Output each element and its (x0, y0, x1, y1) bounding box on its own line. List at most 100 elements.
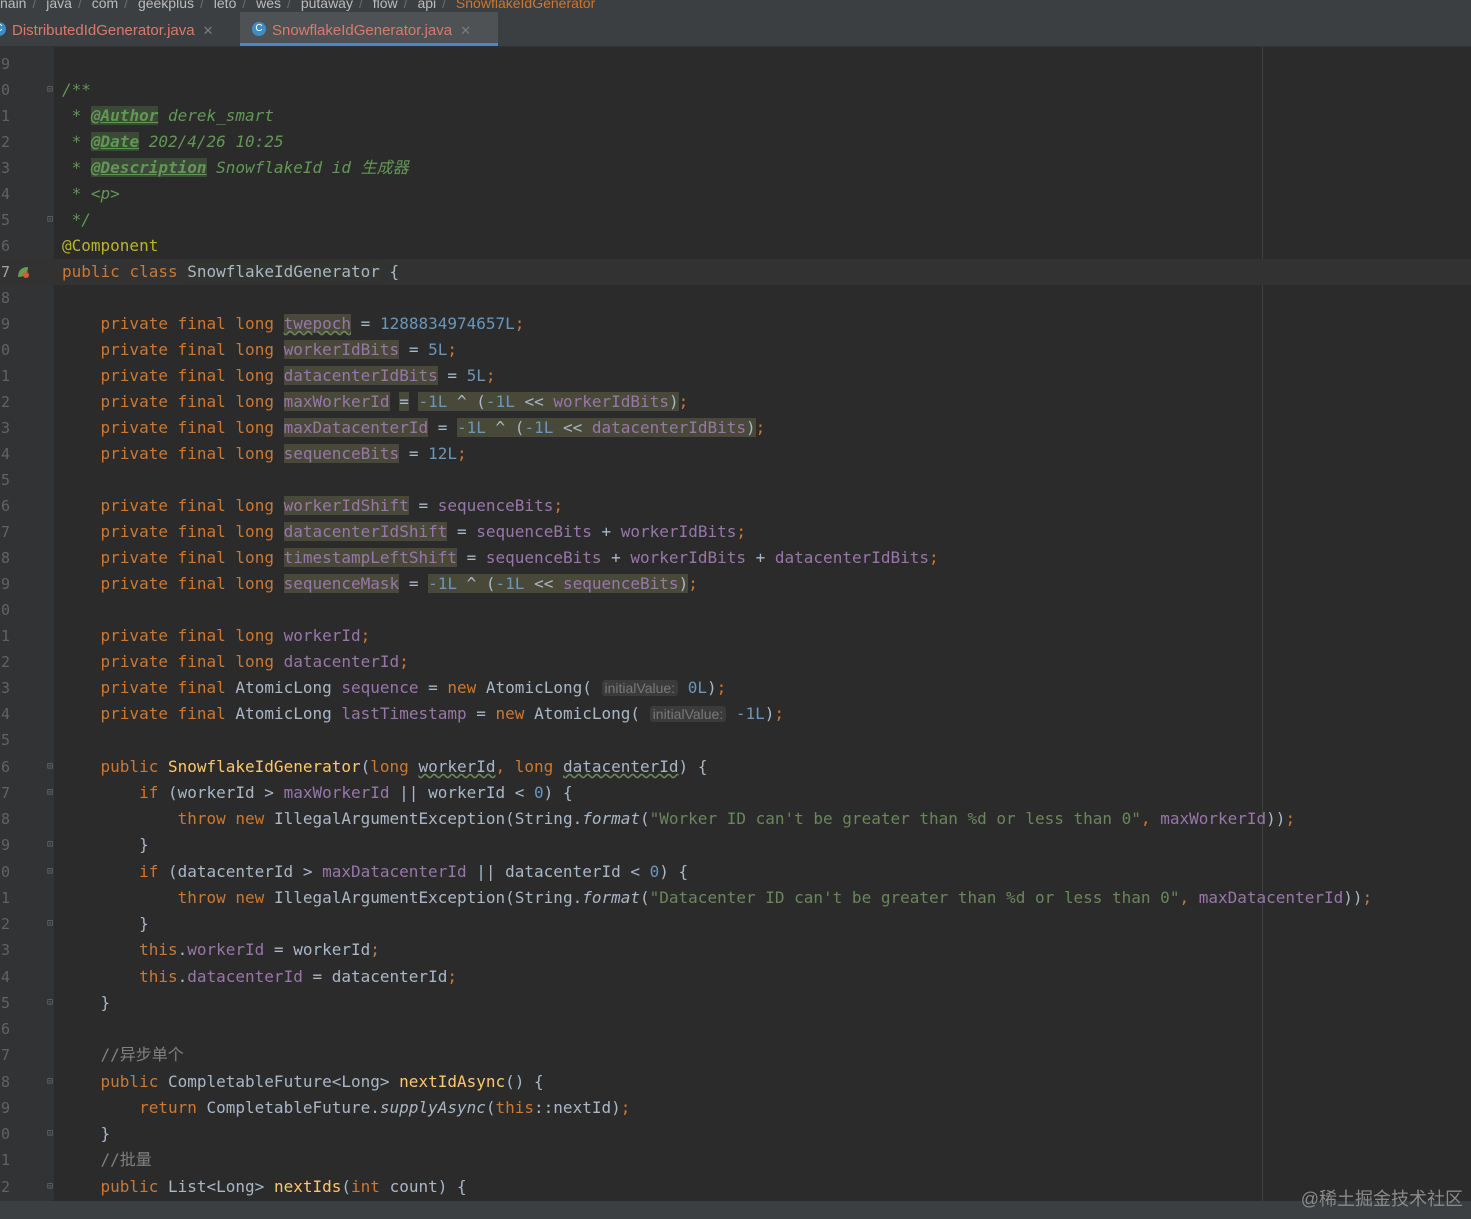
code-text[interactable]: private final long twepoch = 12888349746… (62, 311, 524, 337)
code-line[interactable]: 3 * @Description SnowflakeId id 生成器 (0, 155, 1471, 181)
fold-end-icon[interactable]: ⊡ (47, 214, 57, 225)
code-line[interactable]: 3 private final AtomicLong sequence = ne… (0, 675, 1471, 701)
code-line[interactable]: 1 private final long datacenterIdBits = … (0, 363, 1471, 389)
code-text[interactable]: private final long datacenterId; (62, 649, 409, 675)
breadcrumb-item[interactable]: java (46, 0, 72, 10)
code-line[interactable]: 0 (0, 597, 1471, 623)
tab-distributed-id-generator[interactable]: C DistributedIdGenerator.java ✕ (0, 12, 236, 46)
code-line[interactable]: 6 (0, 1016, 1471, 1042)
code-line[interactable]: 2 private final long datacenterId; (0, 649, 1471, 675)
fold-icon[interactable]: ⊟ (47, 84, 57, 95)
code-line[interactable]: 1 private final long workerId; (0, 623, 1471, 649)
code-text[interactable]: this.workerId = workerId; (62, 937, 380, 963)
fold-icon[interactable]: ⊟ (47, 787, 57, 798)
code-text[interactable]: private final long workerId; (62, 623, 371, 649)
code-line[interactable]: 5 ⊡ */ (0, 207, 1471, 233)
code-text[interactable]: } (62, 1121, 111, 1147)
code-line[interactable]: 6 private final long workerIdShift = seq… (0, 493, 1471, 519)
breadcrumb-item[interactable]: com (92, 0, 118, 10)
code-text[interactable]: /** (62, 77, 91, 103)
code-line[interactable]: 6 @Component (0, 233, 1471, 259)
code-line[interactable]: 0 ⊡ } (0, 1121, 1471, 1147)
code-line[interactable]: 1 * @Author derek_smart (0, 103, 1471, 129)
fold-icon[interactable]: ⊟ (47, 1076, 57, 1087)
code-line[interactable]: 2 ⊡ } (0, 911, 1471, 937)
code-line[interactable]: 8 (0, 285, 1471, 311)
code-line[interactable]: 7 private final long datacenterIdShift =… (0, 519, 1471, 545)
code-line[interactable]: 2 private final long maxWorkerId = -1L ^… (0, 389, 1471, 415)
spring-bean-icon[interactable] (16, 265, 30, 279)
breadcrumb-item[interactable]: leto (214, 0, 237, 10)
code-text[interactable]: * @Author derek_smart (62, 103, 274, 129)
code-text[interactable]: throw new IllegalArgumentException(Strin… (62, 806, 1295, 832)
code-line[interactable]: 4 * <p> (0, 181, 1471, 207)
code-text[interactable]: public List<Long> nextIds(int count) { (62, 1174, 467, 1200)
code-text[interactable]: @Component (62, 233, 158, 259)
code-line-current[interactable]: 7 public class SnowflakeIdGenerator { (0, 259, 1471, 285)
code-text[interactable]: * <p> (62, 181, 120, 207)
code-line[interactable]: 5 (0, 467, 1471, 493)
breadcrumb-item[interactable]: geekplus (138, 0, 194, 10)
code-line[interactable]: 2 * @Date 202/4/26 10:25 (0, 129, 1471, 155)
code-text[interactable]: private final long maxDatacenterId = -1L… (62, 415, 765, 441)
fold-end-icon[interactable]: ⊡ (47, 839, 57, 850)
close-icon[interactable]: ✕ (460, 23, 471, 38)
code-line[interactable]: 4 private final long sequenceBits = 12L; (0, 441, 1471, 467)
code-line[interactable]: 7 ⊟ if (workerId > maxWorkerId || worker… (0, 780, 1471, 806)
code-text[interactable]: * @Date 202/4/26 10:25 (62, 129, 284, 155)
code-text[interactable]: */ (62, 207, 91, 233)
code-text[interactable]: private final long datacenterIdBits = 5L… (62, 363, 496, 389)
code-line[interactable]: 6 ⊟ public SnowflakeIdGenerator(long wor… (0, 754, 1471, 780)
code-text[interactable]: } (62, 990, 111, 1016)
fold-end-icon[interactable]: ⊡ (47, 997, 57, 1008)
fold-end-icon[interactable]: ⊡ (47, 1128, 57, 1139)
code-text[interactable]: private final long sequenceBits = 12L; (62, 441, 467, 467)
breadcrumb-item[interactable]: wes (256, 0, 281, 10)
code-line[interactable]: 2 ⊟ public List<Long> nextIds(int count)… (0, 1174, 1471, 1200)
code-text[interactable]: private final AtomicLong lastTimestamp =… (62, 701, 785, 727)
code-line[interactable]: 4 private final AtomicLong lastTimestamp… (0, 701, 1471, 727)
code-text[interactable]: private final long timestampLeftShift = … (62, 545, 939, 571)
code-editor[interactable]: 9 0 ⊟ /** 1 * @Author derek_smart 2 * @D… (0, 47, 1471, 1201)
code-text[interactable]: * @Description SnowflakeId id 生成器 (62, 155, 409, 181)
code-text[interactable]: private final long workerIdShift = seque… (62, 493, 563, 519)
breadcrumb-item-current[interactable]: SnowflakeIdGenerator (456, 0, 595, 10)
code-line[interactable]: 5 ⊡ } (0, 990, 1471, 1016)
code-text[interactable]: this.datacenterId = datacenterId; (62, 964, 457, 990)
code-line[interactable]: 7 //异步单个 (0, 1042, 1471, 1068)
code-text[interactable]: //批量 (62, 1147, 152, 1173)
code-line[interactable]: 0 ⊟ if (datacenterId > maxDatacenterId |… (0, 859, 1471, 885)
code-text[interactable]: } (62, 832, 149, 858)
code-text[interactable]: if (datacenterId > maxDatacenterId || da… (62, 859, 688, 885)
breadcrumb-item[interactable]: api (417, 0, 436, 10)
tab-snowflake-id-generator[interactable]: C SnowflakeIdGenerator.java ✕ (240, 12, 498, 46)
code-text[interactable]: public CompletableFuture<Long> nextIdAsy… (62, 1069, 544, 1095)
code-text[interactable]: private final long sequenceMask = -1L ^ … (62, 571, 698, 597)
code-line[interactable]: 4 this.datacenterId = datacenterId; (0, 964, 1471, 990)
code-text[interactable]: private final long datacenterIdShift = s… (62, 519, 746, 545)
code-line[interactable]: 8 ⊟ public CompletableFuture<Long> nextI… (0, 1069, 1471, 1095)
code-text[interactable]: if (workerId > maxWorkerId || workerId <… (62, 780, 573, 806)
code-text[interactable]: throw new IllegalArgumentException(Strin… (62, 885, 1373, 911)
code-line[interactable]: 3 private final long maxDatacenterId = -… (0, 415, 1471, 441)
code-line[interactable]: 8 private final long timestampLeftShift … (0, 545, 1471, 571)
code-text[interactable]: public class SnowflakeIdGenerator { (62, 259, 399, 285)
code-line[interactable]: 9 return CompletableFuture.supplyAsync(t… (0, 1095, 1471, 1121)
fold-end-icon[interactable]: ⊡ (47, 918, 57, 929)
code-line[interactable]: 9 (0, 51, 1471, 77)
code-text[interactable]: private final long maxWorkerId = -1L ^ (… (62, 389, 688, 415)
breadcrumb-item[interactable]: nain (0, 0, 26, 10)
code-line[interactable]: 1 //批量 (0, 1147, 1471, 1173)
fold-icon[interactable]: ⊟ (47, 866, 57, 877)
breadcrumb-item[interactable]: putaway (301, 0, 353, 10)
code-line[interactable]: 0 ⊟ /** (0, 77, 1471, 103)
close-icon[interactable]: ✕ (203, 23, 214, 38)
fold-icon[interactable]: ⊟ (47, 761, 57, 772)
code-text[interactable]: public SnowflakeIdGenerator(long workerI… (62, 754, 708, 780)
code-line[interactable]: 9 private final long twepoch = 128883497… (0, 311, 1471, 337)
code-text[interactable]: } (62, 911, 149, 937)
code-line[interactable]: 0 private final long workerIdBits = 5L; (0, 337, 1471, 363)
code-text[interactable]: private final AtomicLong sequence = new … (62, 675, 727, 701)
code-text[interactable]: private final long workerIdBits = 5L; (62, 337, 457, 363)
code-text[interactable]: //异步单个 (62, 1042, 184, 1068)
